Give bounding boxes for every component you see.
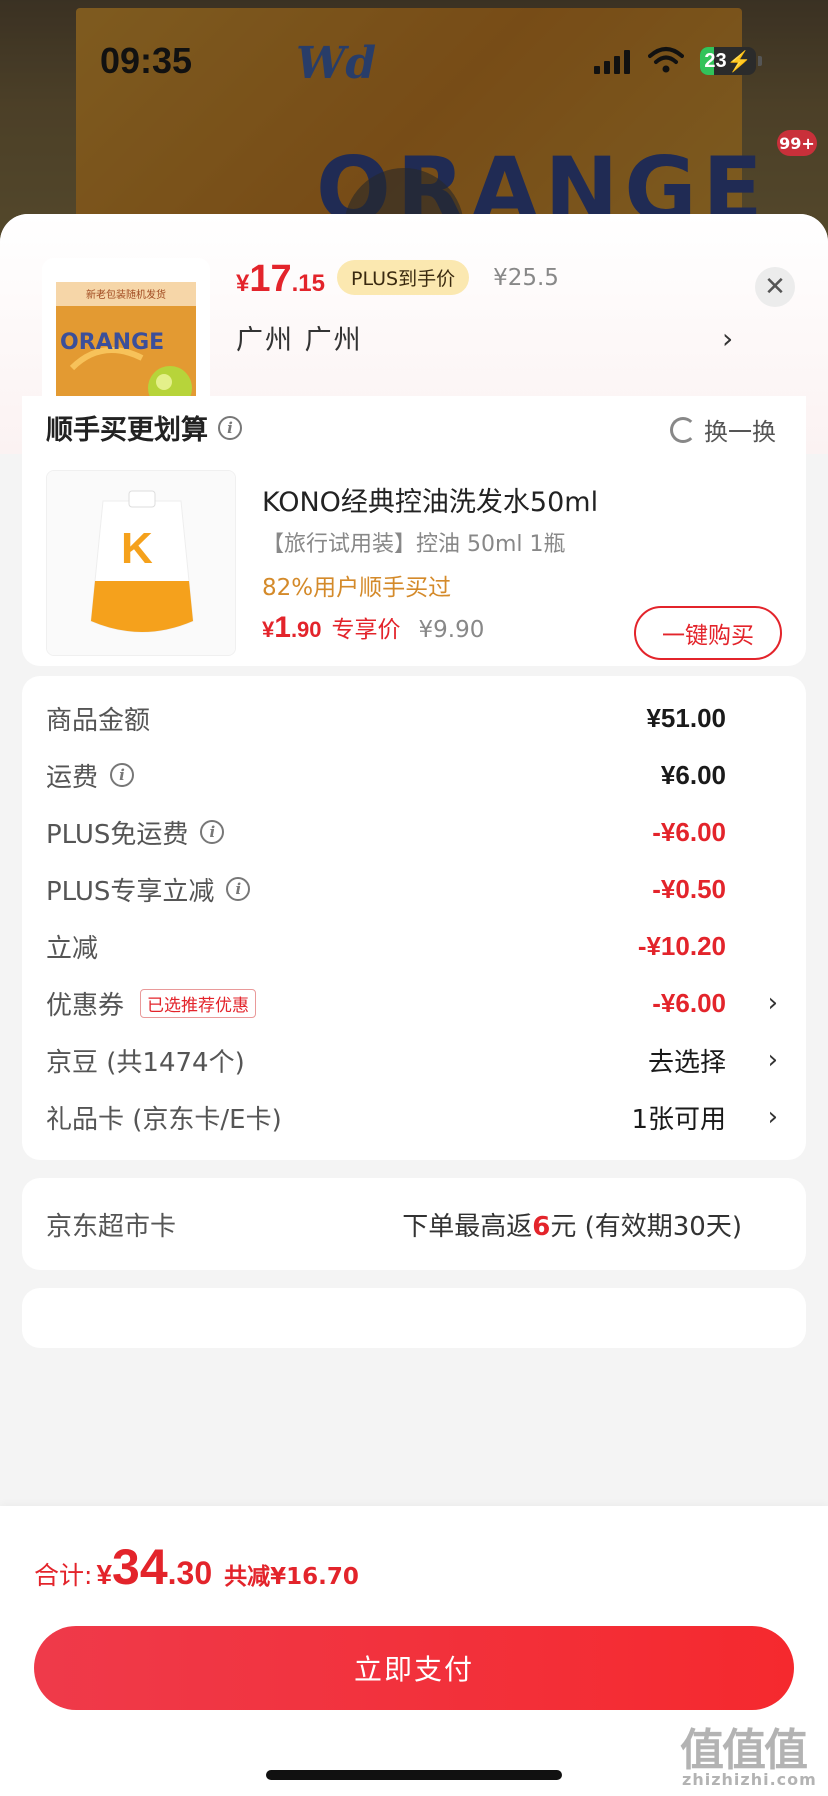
original-price: ¥25.5: [493, 265, 559, 291]
upsell-spec: 【旅行试用装】控油 50ml 1瓶: [262, 532, 566, 557]
signal-icon: [594, 50, 630, 74]
thumb-word: ORANGE: [60, 330, 165, 355]
battery-icon: 23 ⚡: [700, 47, 756, 75]
order-summary-card: 商品金额 ¥51.00 运费 i ¥6.00 PLUS免运费 i -¥6.00 PL…: [22, 676, 806, 1160]
swap-button[interactable]: 换一换: [670, 412, 776, 447]
price-line: ¥17.15 PLUS到手价 ¥25.5: [236, 258, 559, 308]
checkout-bottom-bar: 合计: ¥ 34 .30 共减¥16.70 立即支付 值值值 zhizhizhi…: [0, 1506, 828, 1796]
supermarket-card[interactable]: 京东超市卡 下单最高返6元 (有效期30天): [22, 1178, 806, 1270]
summary-row-plus-discount: PLUS专享立减 i -¥0.50: [46, 873, 726, 907]
plus-price: ¥17.15: [236, 258, 326, 300]
info-icon[interactable]: i: [218, 415, 242, 440]
summary-row-goods: 商品金额 ¥51.00: [46, 702, 726, 736]
upsell-card: 顺手买更划算 i 换一换 K KONO经典控油洗发水50ml 【旅行试用装】控油…: [22, 396, 806, 666]
total-savings: 共减¥16.70: [224, 1564, 359, 1590]
one-click-buy-button[interactable]: 一键购买: [634, 606, 782, 660]
pay-now-button[interactable]: 立即支付: [34, 1626, 794, 1710]
status-bar: 09:35 23 ⚡: [0, 0, 828, 120]
summary-row-instant-discount: 立减 -¥10.20: [46, 930, 726, 964]
info-icon[interactable]: i: [110, 763, 135, 787]
supermarket-label: 京东超市卡: [46, 1212, 177, 1242]
delivery-address[interactable]: 广州 广州: [236, 318, 363, 357]
status-time: 09:35: [100, 40, 193, 81]
upsell-stat: 82%用户顺手买过: [262, 575, 452, 601]
upsell-original-price: ¥9.90: [418, 617, 485, 643]
chevron-right-icon[interactable]: ›: [722, 322, 733, 355]
watermark: 值值值 zhizhizhi.com: [680, 1725, 817, 1789]
supermarket-value: 下单最高返6元 (有效期30天): [402, 1212, 742, 1242]
battery-level: 23: [704, 49, 727, 72]
info-icon[interactable]: i: [226, 877, 251, 901]
home-indicator[interactable]: [266, 1770, 562, 1780]
coupon-tag: 已选推荐优惠: [140, 988, 257, 1018]
close-icon: ✕: [764, 272, 786, 302]
upsell-product-image[interactable]: K: [46, 470, 236, 656]
exclusive-price-tag: 专享价: [331, 617, 401, 643]
plus-price-tag: PLUS到手价: [337, 260, 470, 295]
upsell-product-name[interactable]: KONO经典控油洗发水50ml: [262, 480, 598, 519]
upsell-price: ¥1.90 专享价 ¥9.90: [262, 611, 485, 644]
order-total: 合计: ¥ 34 .30 共减¥16.70: [34, 1539, 359, 1595]
chevron-right-icon: ›: [767, 1045, 778, 1075]
partial-card: [22, 1288, 806, 1348]
svg-text:K: K: [121, 524, 153, 573]
chevron-right-icon: ›: [767, 1102, 778, 1132]
thumb-banner: 新老包装随机发货: [86, 290, 166, 301]
summary-row-plus-free-shipping: PLUS免运费 i -¥6.00: [46, 816, 726, 850]
refresh-icon: [670, 416, 696, 443]
summary-row-shipping: 运费 i ¥6.00: [46, 759, 726, 793]
summary-row-jingdou[interactable]: 京豆 (共1474个) 去选择 ›: [46, 1040, 782, 1080]
summary-row-coupon[interactable]: 优惠券 已选推荐优惠 -¥6.00 ›: [46, 983, 782, 1023]
chevron-right-icon: ›: [767, 988, 778, 1018]
cart-count-badge: 99+: [777, 130, 817, 156]
wifi-icon: [648, 47, 684, 73]
upsell-title: 顺手买更划算 i: [46, 408, 242, 447]
close-button[interactable]: ✕: [755, 267, 795, 307]
summary-row-gift-card[interactable]: 礼品卡 (京东卡/E卡) 1张可用 ›: [46, 1097, 782, 1137]
info-icon[interactable]: i: [200, 820, 225, 844]
